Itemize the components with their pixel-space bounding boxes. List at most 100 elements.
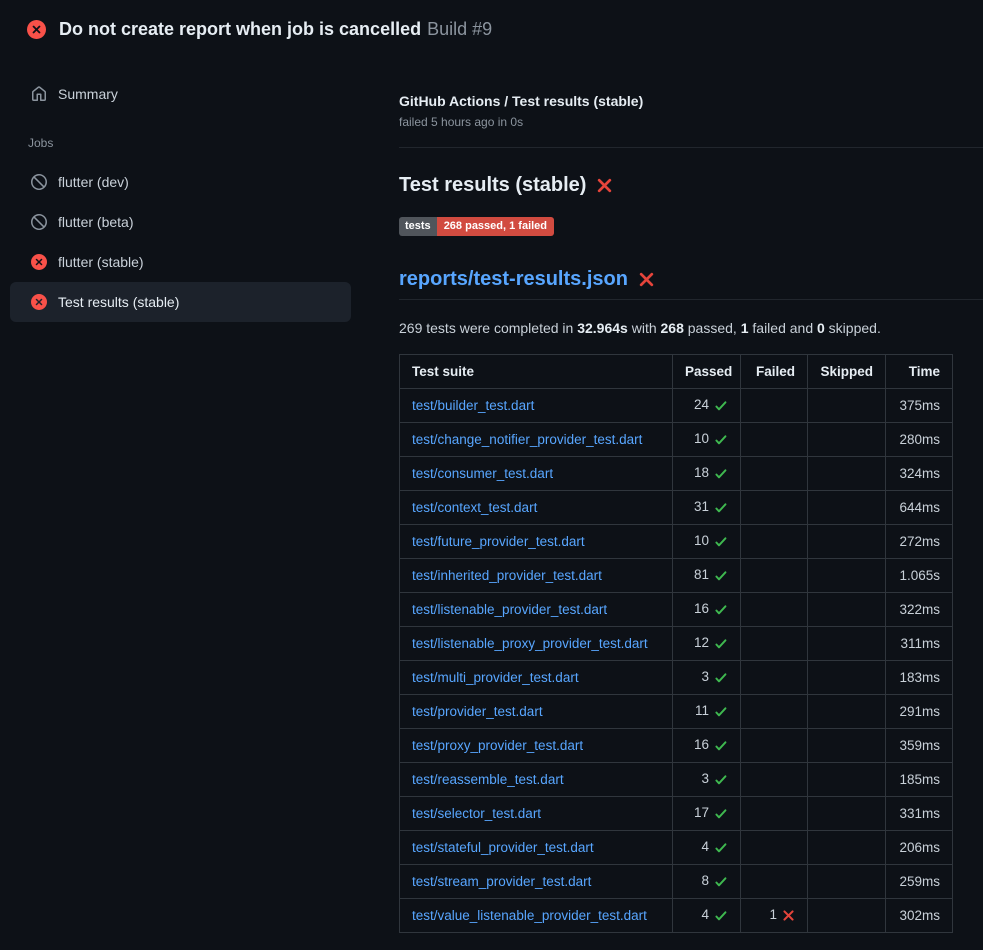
check-icon [714,773,728,788]
table-row: test/future_provider_test.dart10272ms [400,525,953,559]
table-row: test/stateful_provider_test.dart4206ms [400,831,953,865]
suite-cell: test/builder_test.dart [400,389,673,423]
skipped-cell [808,899,886,933]
failed-x-icon [638,271,655,288]
failed-cell [741,491,808,525]
section-title: Test results (stable) [399,174,983,197]
failed-cell [741,763,808,797]
skipped-cell [808,559,886,593]
suite-link[interactable]: test/context_test.dart [412,500,537,515]
skipped-cell [808,457,886,491]
passed-count: 12 [694,635,709,650]
passed-count: 11 [695,703,709,718]
skipped-cell [808,423,886,457]
time-cell: 331ms [886,797,953,831]
suite-cell: test/listenable_proxy_provider_test.dart [400,627,673,661]
home-icon [31,86,47,102]
suite-link[interactable]: test/stream_provider_test.dart [412,874,591,889]
failed-cell [741,627,808,661]
skipped-cell [808,593,886,627]
check-icon [714,535,728,550]
failed-count: 1 [769,907,777,922]
table-row: test/consumer_test.dart 18 324ms [400,457,953,491]
skipped-cell [808,695,886,729]
suite-link[interactable]: test/future_provider_test.dart [412,534,585,549]
passed-cell: 12 [673,627,741,661]
time-cell: 324ms [886,457,953,491]
suite-link[interactable]: test/provider_test.dart [412,704,543,719]
suite-cell: test/stream_provider_test.dart [400,865,673,899]
suite-link[interactable]: test/proxy_provider_test.dart [412,738,583,753]
passed-cell: 3 [673,763,741,797]
time-cell: 322ms [886,593,953,627]
table-row: test/reassemble_test.dart3185ms [400,763,953,797]
passed-count: 10 [694,431,709,446]
passed-cell: 10 [673,423,741,457]
time-cell: 206ms [886,831,953,865]
check-icon [714,637,728,652]
tests-badge-label: tests [399,217,437,236]
sidebar-item-test-results-stable[interactable]: Test results (stable) [10,282,351,322]
table-row: test/value_listenable_provider_test.dart… [400,899,953,933]
table-row: test/proxy_provider_test.dart16359ms [400,729,953,763]
suite-link[interactable]: test/value_listenable_provider_test.dart [412,908,647,923]
suite-link[interactable]: test/selector_test.dart [412,806,541,821]
failed-cell [741,695,808,729]
x-circle-icon [31,254,47,270]
check-icon [714,501,728,516]
table-row: test/listenable_provider_test.dart 16 322m… [400,593,953,627]
sidebar-item-summary[interactable]: Summary [10,74,351,114]
failed-cell [741,525,808,559]
table-row: test/provider_test.dart11291ms [400,695,953,729]
suite-cell: test/selector_test.dart [400,797,673,831]
suite-cell: test/change_notifier_provider_test.dart [400,423,673,457]
passed-count: 18 [694,465,709,480]
summary-bold-value: 32.964s [577,320,628,336]
x-circle-icon [31,294,47,310]
page-title: Do not create report when job is cancell… [59,19,492,40]
suite-link[interactable]: test/multi_provider_test.dart [412,670,579,685]
col-header-time: Time [886,355,953,389]
sidebar-item-flutter-beta[interactable]: flutter (beta) [10,202,351,242]
col-header-failed: Failed [741,355,808,389]
suite-link[interactable]: test/listenable_provider_test.dart [412,602,607,617]
passed-count: 3 [701,669,709,684]
suite-link[interactable]: test/consumer_test.dart [412,466,553,481]
time-cell: 359ms [886,729,953,763]
job-label: flutter (stable) [58,254,144,270]
col-header-test-suite: Test suite [400,355,673,389]
passed-count: 3 [701,771,709,786]
jobs-list: flutter (dev)flutter (beta) flutter (stab… [0,162,399,322]
summary-text: passed, [684,320,741,336]
x-icon [782,909,795,924]
test-results-table: Test suitePassedFailedSkippedTime test/b… [399,354,953,933]
summary-bold-value: 0 [817,320,825,336]
check-icon [714,433,728,448]
check-icon [714,671,728,686]
suite-link[interactable]: test/builder_test.dart [412,398,534,413]
table-row: test/inherited_provider_test.dart811.065… [400,559,953,593]
suite-cell: test/listenable_provider_test.dart [400,593,673,627]
suite-link[interactable]: test/change_notifier_provider_test.dart [412,432,642,447]
suite-link[interactable]: test/stateful_provider_test.dart [412,840,594,855]
time-cell: 311ms [886,627,953,661]
col-header-skipped: Skipped [808,355,886,389]
passed-cell: 16 [673,593,741,627]
jobs-section-label: Jobs [28,136,399,150]
suite-cell: test/future_provider_test.dart [400,525,673,559]
passed-cell: 17 [673,797,741,831]
check-icon [714,705,728,720]
passed-count: 24 [694,397,709,412]
passed-cell: 18 [673,457,741,491]
passed-cell: 31 [673,491,741,525]
suite-link[interactable]: test/reassemble_test.dart [412,772,564,787]
sidebar-item-flutter-dev[interactable]: flutter (dev) [10,162,351,202]
suite-link[interactable]: test/inherited_provider_test.dart [412,568,602,583]
report-link[interactable]: reports/test-results.json [399,268,628,291]
failed-cell [741,661,808,695]
suite-link[interactable]: test/listenable_proxy_provider_test.dart [412,636,648,651]
sidebar-item-flutter-stable[interactable]: flutter (stable) [10,242,351,282]
summary-bold-value: 1 [741,320,749,336]
check-icon [714,569,728,584]
table-row: test/context_test.dart31644ms [400,491,953,525]
